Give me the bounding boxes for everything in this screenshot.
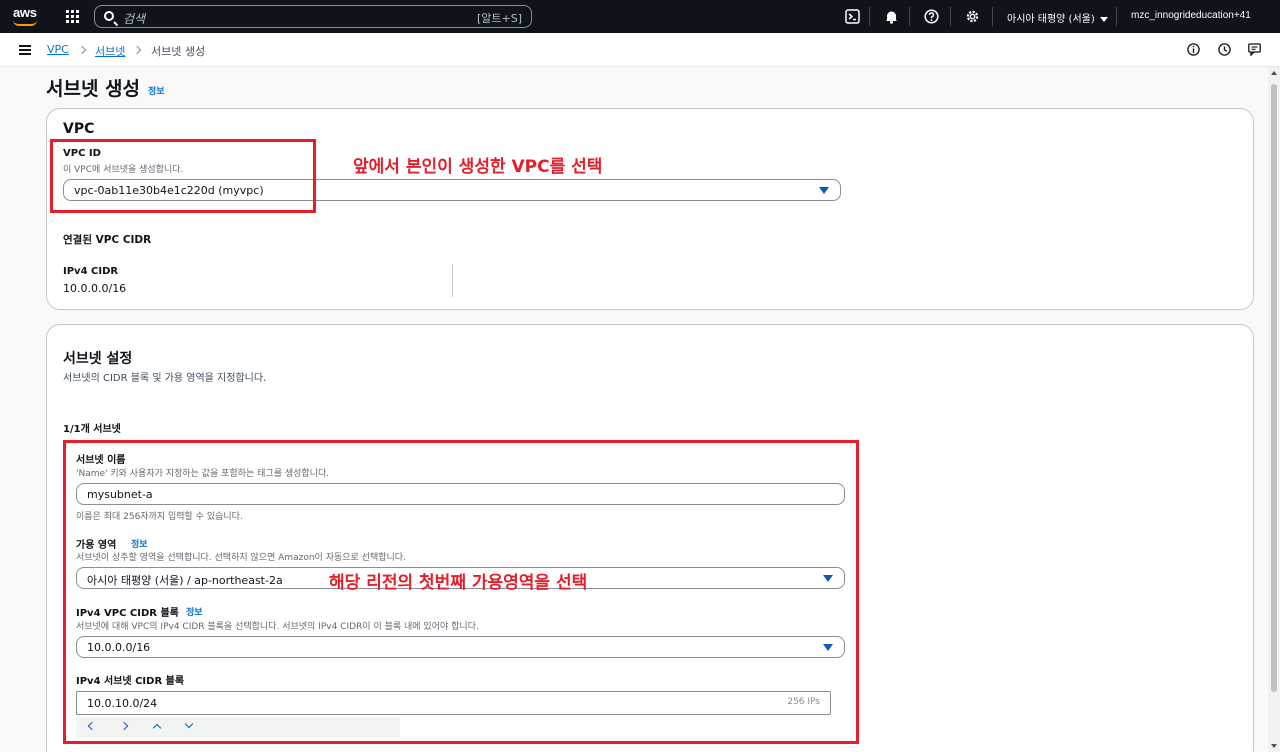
history-icon[interactable]	[1218, 43, 1231, 56]
help-icon[interactable]	[924, 9, 939, 24]
gear-icon[interactable]	[965, 9, 980, 24]
subnet-settings-heading: 서브넷 설정	[63, 351, 133, 367]
vpc-heading: VPC	[63, 121, 95, 137]
menu-icon[interactable]	[19, 45, 31, 55]
divider	[869, 7, 870, 26]
scroll-thumb[interactable]	[1271, 84, 1277, 692]
search-placeholder: 검색	[123, 12, 146, 26]
region-label: 아시아 태평양 (서울)	[1007, 14, 1095, 25]
breadcrumb-subnets[interactable]: 서브넷	[95, 43, 125, 59]
search-icon	[104, 11, 114, 21]
feedback-icon[interactable]	[1248, 43, 1261, 56]
divider	[992, 7, 993, 26]
annotation-text: 앞에서 본인이 생성한 VPC를 선택	[353, 157, 603, 177]
breadcrumb-vpc[interactable]: VPC	[47, 43, 69, 56]
bell-icon[interactable]	[884, 9, 899, 24]
page-scrollbar[interactable]	[1268, 67, 1280, 752]
column-divider	[452, 264, 453, 297]
scroll-up-icon[interactable]	[1271, 71, 1277, 75]
annotation-highlight-box	[63, 440, 859, 744]
page-info-link[interactable]: 정보	[148, 84, 165, 97]
page-title: 서브넷 생성	[46, 78, 141, 100]
subnet-settings-description: 서브넷의 CIDR 블록 및 가용 영역을 지정합니다.	[63, 373, 267, 384]
annotation-highlight-box	[50, 139, 316, 213]
info-icon[interactable]	[1187, 43, 1200, 56]
services-grid-icon[interactable]	[66, 10, 79, 23]
divider	[909, 7, 910, 26]
ipv4-cidr-value: 10.0.0.0/16	[63, 282, 127, 295]
ipv4-cidr-label: IPv4 CIDR	[63, 266, 119, 277]
caret-down-icon	[819, 187, 829, 194]
search-input[interactable]: 검색 [알트+S]	[94, 5, 532, 28]
chevron-down-icon	[1099, 16, 1108, 22]
divider	[950, 7, 951, 26]
search-shortcut: [알트+S]	[476, 12, 522, 25]
account-menu[interactable]: mzc_innogrideducation+41	[1131, 10, 1251, 21]
breadcrumb-current: 서브넷 생성	[151, 45, 206, 58]
aws-logo-text: aws	[13, 5, 37, 20]
region-selector[interactable]: 아시아 태평양 (서울)	[1007, 10, 1108, 25]
account-label: mzc_innogrideducation+41	[1131, 10, 1251, 21]
top-navigation-bar: aws 검색 [알트+S] 아시아 태평양 (서울) mzc_innogride…	[0, 0, 1280, 33]
scroll-down-icon[interactable]	[1271, 744, 1277, 748]
aws-logo[interactable]: aws	[13, 6, 41, 28]
cloudshell-icon[interactable]	[845, 9, 860, 24]
subnet-count: 1/1개 서브넷	[63, 424, 121, 435]
vpc-cidr-heading: 연결된 VPC CIDR	[63, 234, 152, 246]
divider	[1116, 7, 1117, 26]
aws-smile-icon	[13, 20, 37, 26]
